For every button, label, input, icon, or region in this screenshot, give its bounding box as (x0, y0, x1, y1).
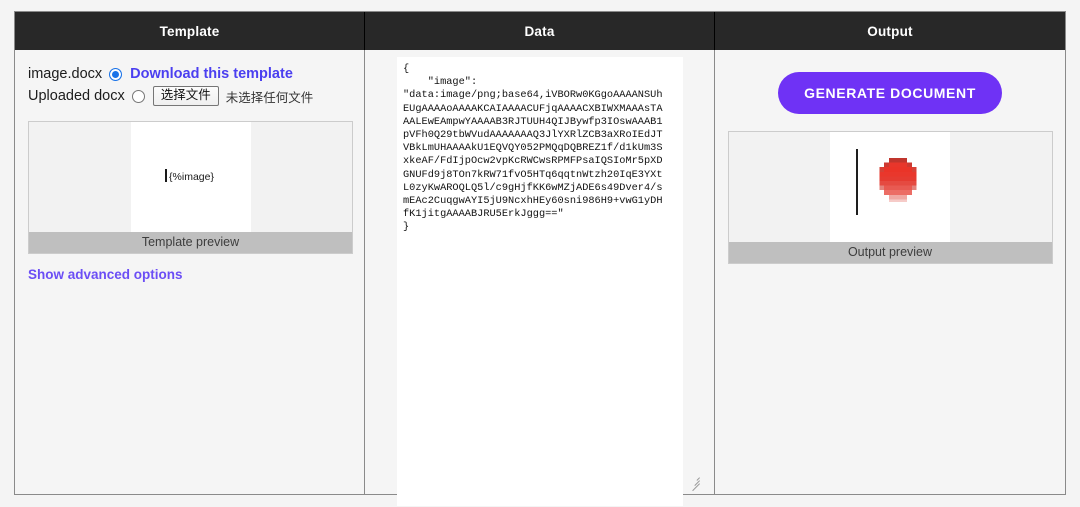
uploaded-docx-row: Uploaded docx 选择文件 未选择任何文件 (28, 86, 351, 106)
panel-title-template: Template (159, 23, 220, 39)
template-preview-page-area: {%image} (29, 122, 352, 232)
three-panel-app: Template Data Output image.docx Download… (14, 11, 1066, 506)
template-preview-caption: Template preview (29, 232, 352, 253)
template-panel: image.docx Download this template Upload… (15, 50, 364, 494)
text-caret-icon (856, 149, 858, 215)
generate-document-button[interactable]: GENERATE DOCUMENT (778, 72, 1002, 114)
textarea-resize-grip-icon[interactable] (689, 474, 700, 492)
panel-header-bar: Template Data Output (15, 12, 1065, 50)
panel-body-row: image.docx Download this template Upload… (15, 50, 1065, 506)
template-source-row: image.docx Download this template (28, 64, 351, 84)
text-caret-icon (165, 169, 168, 182)
output-image-thumbnail (879, 158, 917, 203)
download-template-link[interactable]: Download this template (130, 66, 293, 82)
template-preview-document: {%image} (130, 122, 251, 232)
choose-file-button[interactable]: 选择文件 (152, 86, 219, 106)
radio-uploaded-docx[interactable] (131, 89, 145, 103)
radio-use-template[interactable] (109, 67, 123, 81)
data-panel (364, 50, 715, 506)
output-panel: GENERATE DOCUMENT Output preview (715, 50, 1065, 494)
template-placeholder-label: {%image} (169, 171, 214, 183)
file-selection-status: 未选择任何文件 (225, 90, 314, 105)
panel-title-data: Data (364, 12, 715, 50)
output-preview-caption: Output preview (728, 242, 1052, 263)
data-textarea-wrapper (365, 50, 714, 506)
uploaded-docx-label: Uploaded docx (28, 88, 125, 104)
template-file-name: image.docx (28, 66, 103, 82)
output-preview: Output preview (727, 131, 1053, 264)
output-preview-document (830, 132, 950, 242)
output-preview-page-area (728, 132, 1052, 242)
template-placeholder-text: {%image} (165, 169, 214, 183)
template-preview: {%image} Template preview (28, 121, 353, 254)
panel-title-output: Output (867, 23, 913, 39)
data-json-input[interactable] (397, 57, 683, 506)
show-advanced-options-link[interactable]: Show advanced options (28, 267, 183, 282)
